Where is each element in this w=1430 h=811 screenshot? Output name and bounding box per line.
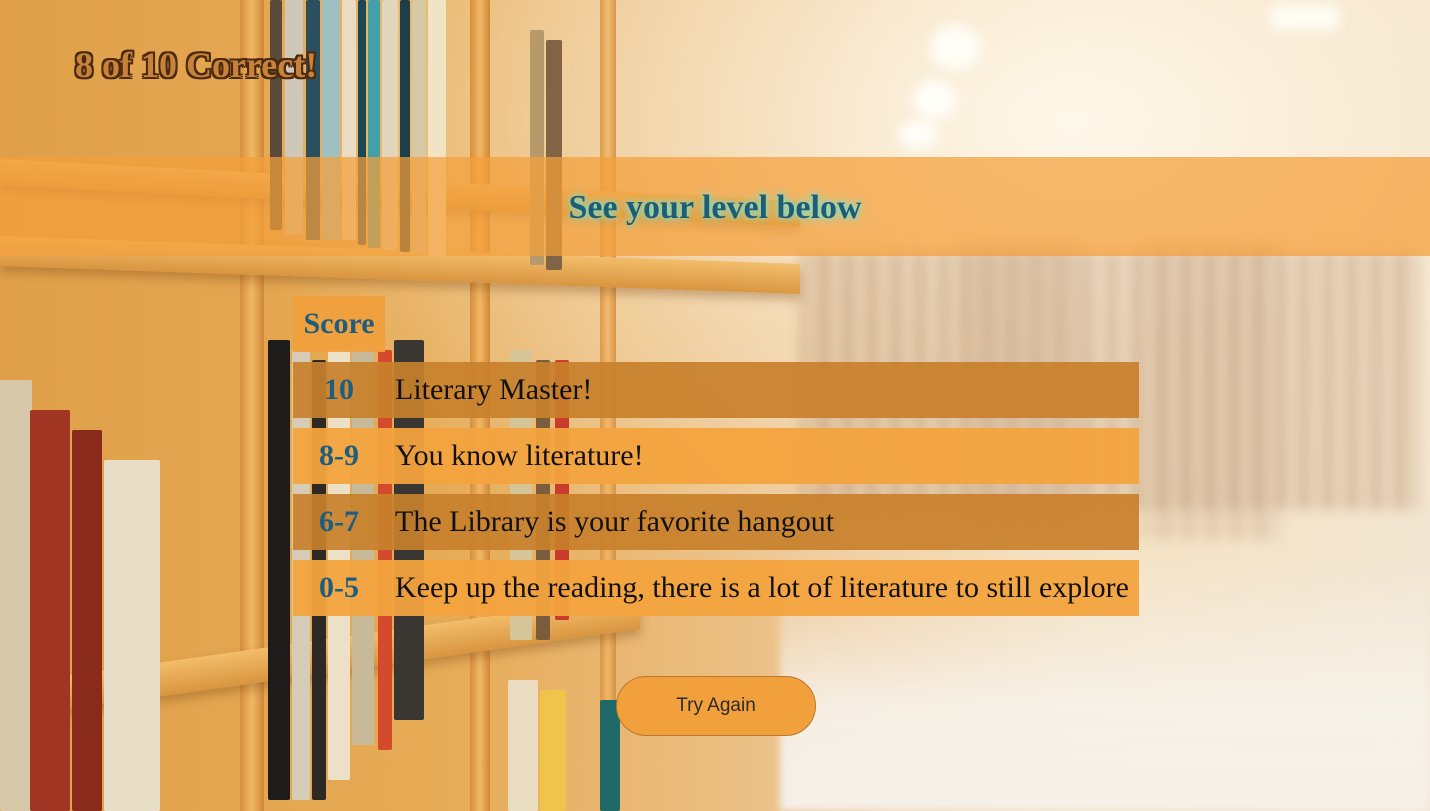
score-range: 8-9 — [319, 439, 359, 472]
level-banner-text: See your level below — [568, 188, 862, 226]
score-range: 10 — [324, 373, 354, 406]
table-row: 6-7 The Library is your favorite hangout — [293, 494, 1139, 550]
level-description: The Library is your favorite hangout — [395, 505, 835, 538]
score-rows: 10 Literary Master! 8-9 You know literat… — [293, 362, 1139, 616]
table-row: 10 Literary Master! — [293, 362, 1139, 418]
level-banner: See your level below — [0, 157, 1430, 256]
score-range: 0-5 — [319, 571, 359, 604]
level-description: Keep up the reading, there is a lot of l… — [395, 571, 1129, 604]
level-description: You know literature! — [395, 439, 644, 472]
score-level-table: Score 10 Literary Master! 8-9 You know l… — [293, 296, 1139, 626]
try-again-button[interactable]: Try Again — [616, 676, 816, 736]
result-score-heading: 8 of 10 Correct! — [75, 45, 318, 85]
table-row: 8-9 You know literature! — [293, 428, 1139, 484]
table-row: 0-5 Keep up the reading, there is a lot … — [293, 560, 1139, 616]
level-description: Literary Master! — [395, 373, 593, 406]
score-column-header: Score — [293, 296, 385, 352]
score-range: 6-7 — [319, 505, 359, 538]
